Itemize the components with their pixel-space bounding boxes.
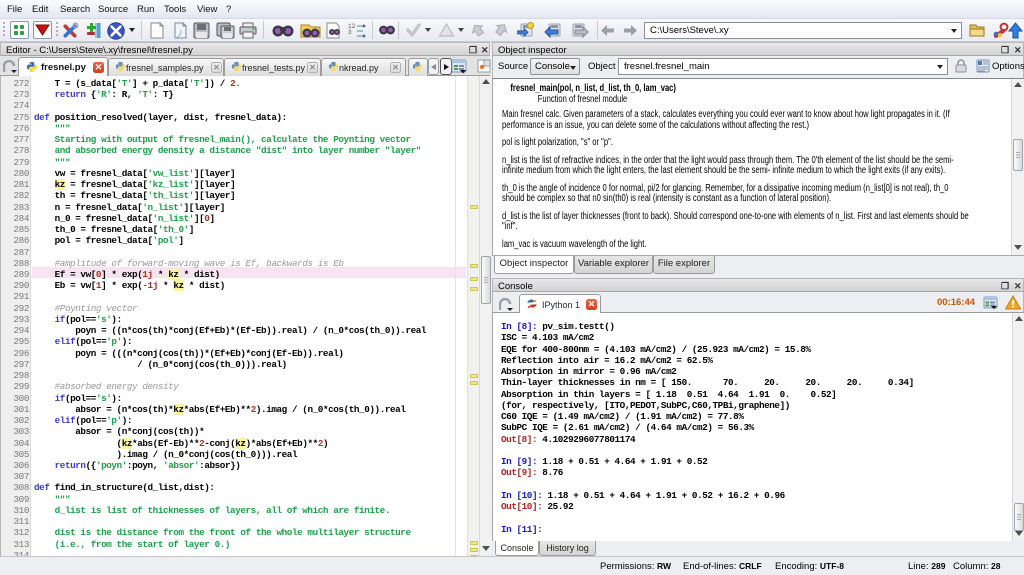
- svg-text:3: 3: [348, 29, 352, 36]
